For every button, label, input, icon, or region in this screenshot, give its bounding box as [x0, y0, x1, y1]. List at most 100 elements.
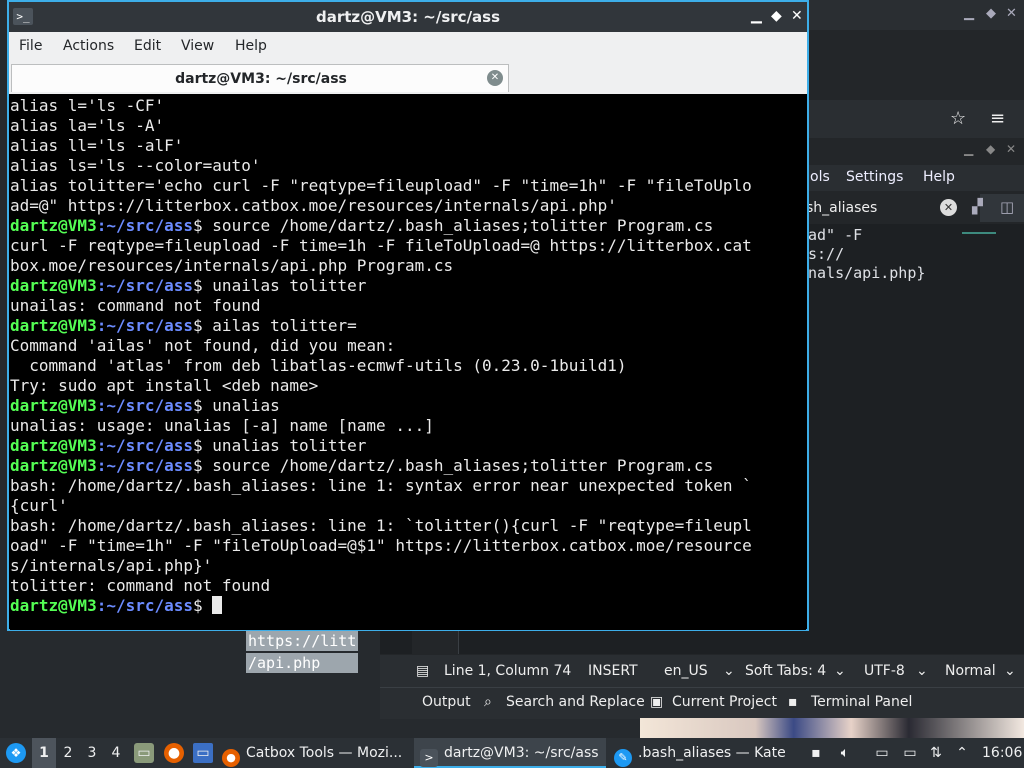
line-text: alias ll='ls -alF'	[10, 136, 184, 155]
terminal-output-line: bash: /home/dartz/.bash_aliases: line 1:…	[10, 516, 806, 536]
indentation-select[interactable]: Soft Tabs: 4	[745, 663, 826, 679]
line-text: bash: /home/dartz/.bash_aliases: line 1:…	[10, 476, 752, 495]
prompt-user: dartz@VM3	[10, 316, 97, 335]
line-text: source /home/dartz/.bash_aliases;tolitte…	[212, 216, 714, 235]
display-icon[interactable]: ▭	[900, 743, 920, 763]
prompt-sign: $	[193, 436, 213, 455]
line-text: alias la='ls -A'	[10, 116, 165, 135]
task-firefox[interactable]: ● Catbox Tools — Mozi...	[222, 738, 410, 768]
terminal-prompt-line: dartz@VM3:~/src/ass$ source /home/dartz/…	[10, 456, 806, 476]
task-terminal[interactable]: > dartz@VM3: ~/src/ass	[414, 738, 606, 768]
terminal-output-line: ad=@" https://litterbox.catbox.moe/resou…	[10, 196, 806, 216]
hamburger-menu-icon[interactable]: ≡	[990, 108, 1005, 129]
close-icon[interactable]: ✕	[791, 8, 803, 24]
taskbar: ❖ 1 2 3 4 ▭ ● ▭ ● Catbox Tools — Mozi... …	[0, 738, 1024, 768]
terminal-output-line: curl -F reqtype=fileupload -F time=1h -F…	[10, 236, 806, 256]
terminal-tab[interactable]: dartz@VM3: ~/src/ass ✕	[11, 64, 509, 92]
prompt-path: :~/src/ass	[96, 316, 194, 335]
prompt-path: :~/src/ass	[96, 596, 194, 615]
chevron-down-icon: ⌄	[723, 663, 735, 679]
kate-menu-settings[interactable]: Settings	[846, 169, 903, 185]
task-kate[interactable]: ✎ .bash_aliases — Kate	[614, 738, 794, 768]
desktop-2[interactable]: 2	[56, 738, 80, 768]
maximize-icon[interactable]: ◆	[986, 6, 996, 21]
prompt-sign: $	[193, 316, 213, 335]
terminal-output-line: oad" -F "time=1h" -F "fileToUpload=@$1" …	[10, 536, 806, 556]
minimize-icon[interactable]: ▁	[964, 6, 974, 21]
kate-menu-tools[interactable]: ols	[810, 169, 830, 185]
network-icon[interactable]: ⇅	[926, 743, 946, 763]
close-tab-icon[interactable]: ✕	[940, 199, 957, 216]
show-desktop-icon[interactable]: ▭	[193, 743, 213, 763]
line-text: tolitter: command not found	[10, 576, 271, 595]
prompt-sign: $	[193, 216, 213, 235]
tool-output[interactable]: Output	[422, 694, 471, 710]
split-view-icon[interactable]: ▞	[972, 199, 983, 215]
desktop-3[interactable]: 3	[80, 738, 104, 768]
terminal-icon: ▪	[788, 694, 798, 710]
prompt-sign: $	[193, 456, 213, 475]
desktop-1[interactable]: 1	[32, 738, 56, 768]
menu-edit[interactable]: Edit	[134, 38, 161, 54]
tool-search-replace[interactable]: Search and Replace	[506, 694, 645, 710]
chevron-down-icon: ⌄	[916, 663, 928, 679]
minimize-icon[interactable]: ▁	[751, 8, 762, 24]
line-text: command 'atlas' from deb libatlas-ecmwf-…	[10, 356, 627, 375]
prompt-user: dartz@VM3	[10, 436, 97, 455]
close-icon[interactable]: ✕	[1006, 6, 1017, 21]
window-title: dartz@VM3: ~/src/ass	[315, 8, 501, 26]
terminal-output-line: tolitter: command not found	[10, 576, 806, 596]
layout-icon[interactable]: ◫	[1000, 198, 1014, 216]
maximize-icon[interactable]: ◆	[986, 142, 995, 156]
line-text: source /home/dartz/.bash_aliases;tolitte…	[212, 456, 714, 475]
kate-menu-help[interactable]: Help	[923, 169, 955, 185]
menu-help[interactable]: Help	[235, 38, 267, 54]
volume-icon[interactable]: 🔈︎	[835, 743, 855, 763]
prompt-path: :~/src/ass	[96, 456, 194, 475]
minimize-icon[interactable]: ▁	[964, 142, 973, 156]
terminal-output-line: s/internals/api.php}'	[10, 556, 806, 576]
terminal-tabbar: dartz@VM3: ~/src/ass ✕	[9, 62, 807, 94]
tool-current-project[interactable]: Current Project	[672, 694, 777, 710]
tray-icon[interactable]: ▪	[806, 743, 826, 763]
firefox-icon[interactable]: ●	[164, 743, 184, 763]
minimap[interactable]	[962, 232, 996, 234]
terminal-output[interactable]: alias l='ls -CF' alias la='ls -A' alias ll…	[10, 95, 806, 630]
terminal-titlebar[interactable]: >_ dartz@VM3: ~/src/ass ▁ ◆ ✕	[9, 2, 807, 32]
menu-actions[interactable]: Actions	[63, 38, 114, 54]
tool-terminal-panel[interactable]: Terminal Panel	[811, 694, 912, 710]
clock[interactable]: 16:06	[982, 738, 1022, 768]
prompt-user: dartz@VM3	[10, 456, 97, 475]
desktop-background-text: https://litt /api.php	[246, 631, 359, 675]
chevron-down-icon: ⌄	[834, 663, 846, 679]
terminal-output-line: unalias: usage: unalias [-a] name [name …	[10, 416, 806, 436]
kate-code-line: ad" -F	[808, 226, 863, 244]
desktop-4[interactable]: 4	[104, 738, 128, 768]
line-text: alias tolitter='echo curl -F "reqtype=fi…	[10, 176, 752, 195]
task-label: dartz@VM3: ~/src/ass	[444, 745, 599, 761]
prompt-sign: $	[193, 276, 213, 295]
file-manager-icon[interactable]: ▭	[134, 743, 154, 763]
cursor-position[interactable]: Line 1, Column 74	[444, 663, 571, 679]
app-launcher-icon[interactable]: ❖	[6, 743, 26, 763]
prompt-user: dartz@VM3	[10, 216, 97, 235]
terminal-output-line: command 'atlas' from deb libatlas-ecmwf-…	[10, 356, 806, 376]
menu-view[interactable]: View	[181, 38, 214, 54]
menu-file[interactable]: File	[19, 38, 42, 54]
line-text: unalias: usage: unalias [-a] name [name …	[10, 416, 434, 435]
highlight-mode-select[interactable]: Normal	[945, 663, 996, 679]
bookmark-star-icon[interactable]: ☆	[950, 108, 966, 129]
line-text: s/internals/api.php}'	[10, 556, 213, 575]
tray-expand-icon[interactable]: ⌃	[952, 743, 972, 763]
document-icon: ▤	[416, 663, 430, 679]
dictionary-select[interactable]: en_US	[664, 663, 708, 679]
maximize-icon[interactable]: ◆	[771, 8, 782, 24]
kate-tab-label: sh_aliases	[806, 200, 878, 216]
kate-tab-bash-aliases[interactable]: sh_aliases ✕	[800, 194, 980, 222]
clipboard-icon[interactable]: ▭	[872, 743, 892, 763]
close-tab-icon[interactable]: ✕	[487, 70, 503, 86]
input-mode[interactable]: INSERT	[588, 663, 638, 679]
terminal-output-line: unailas: command not found	[10, 296, 806, 316]
close-icon[interactable]: ✕	[1006, 142, 1016, 156]
encoding-select[interactable]: UTF-8	[864, 663, 905, 679]
